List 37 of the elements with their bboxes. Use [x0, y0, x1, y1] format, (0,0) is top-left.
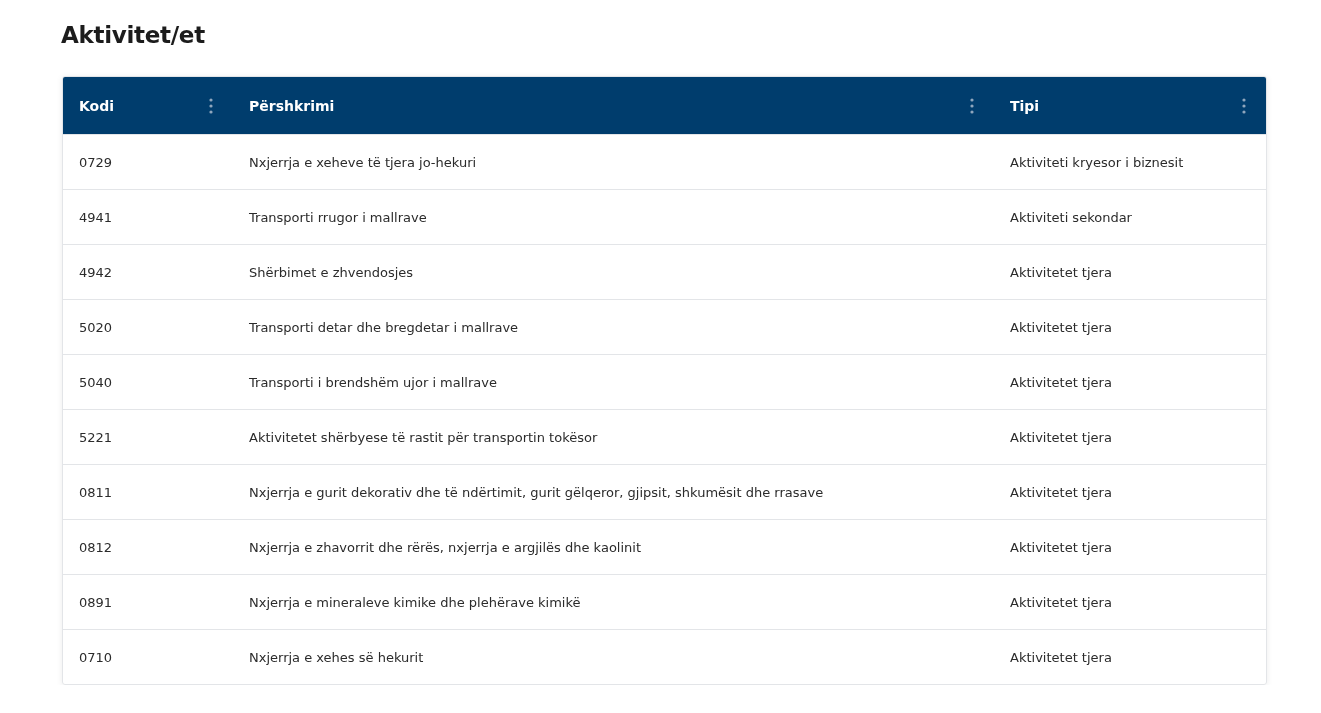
table-cell: Nxjerrja e gurit dekorativ dhe të ndërtimit, gurit gëlqeror, gjipsit, shkumësit dhe rrasave	[233, 464, 994, 519]
table-cell: Shërbimet e zhvendosjes	[233, 244, 994, 299]
table-cell: 5221	[63, 409, 233, 464]
table-cell: 0729	[63, 134, 233, 189]
table-cell: 4941	[63, 189, 233, 244]
table-cell: Aktiviteti sekondar	[994, 189, 1266, 244]
table-cell: 0891	[63, 574, 233, 629]
table-cell: Aktivitetet tjera	[994, 574, 1266, 629]
table-cell: Aktivitetet tjera	[994, 629, 1266, 684]
page-title: Aktivitet/et	[61, 22, 206, 48]
table-cell: 5040	[63, 354, 233, 409]
table-cell: Transporti detar dhe bregdetar i mallrave	[233, 299, 994, 354]
table-cell: 0812	[63, 519, 233, 574]
table-cell: Nxjerrja e xehes së hekurit	[233, 629, 994, 684]
table-cell: Nxjerrja e xeheve të tjera jo-hekuri	[233, 134, 994, 189]
table-cell: 0710	[63, 629, 233, 684]
table-cell: Aktivitetet tjera	[994, 519, 1266, 574]
table-cell: Aktivitetet tjera	[994, 244, 1266, 299]
column-title: Kodi	[79, 97, 115, 114]
table-cell: 0811	[63, 464, 233, 519]
kebab-menu-icon[interactable]	[209, 97, 213, 114]
table-cell: Aktivitetet tjera	[994, 299, 1266, 354]
table-cell: Aktivitetet tjera	[994, 409, 1266, 464]
table-cell: Transporti i brendshëm ujor i mallrave	[233, 354, 994, 409]
table-cell: Nxjerrja e zhavorrit dhe rërës, nxjerrja e argjilës dhe kaolinit	[233, 519, 994, 574]
table-cell: Aktiviteti kryesor i biznesit	[994, 134, 1266, 189]
kebab-menu-icon[interactable]	[1242, 97, 1246, 114]
column-title: Përshkrimi	[249, 97, 335, 114]
table-cell: Nxjerrja e mineraleve kimike dhe plehërave kimikë	[233, 574, 994, 629]
table-cell: Aktivitetet tjera	[994, 464, 1266, 519]
table-cell: 4942	[63, 244, 233, 299]
table-cell: Aktivitetet shërbyese të rastit për transportin tokësor	[233, 409, 994, 464]
table-cell: Aktivitetet tjera	[994, 354, 1266, 409]
column-title: Tipi	[1010, 97, 1040, 114]
table-cell: 5020	[63, 299, 233, 354]
table-cell: Transporti rrugor i mallrave	[233, 189, 994, 244]
kebab-menu-icon[interactable]	[970, 97, 974, 114]
